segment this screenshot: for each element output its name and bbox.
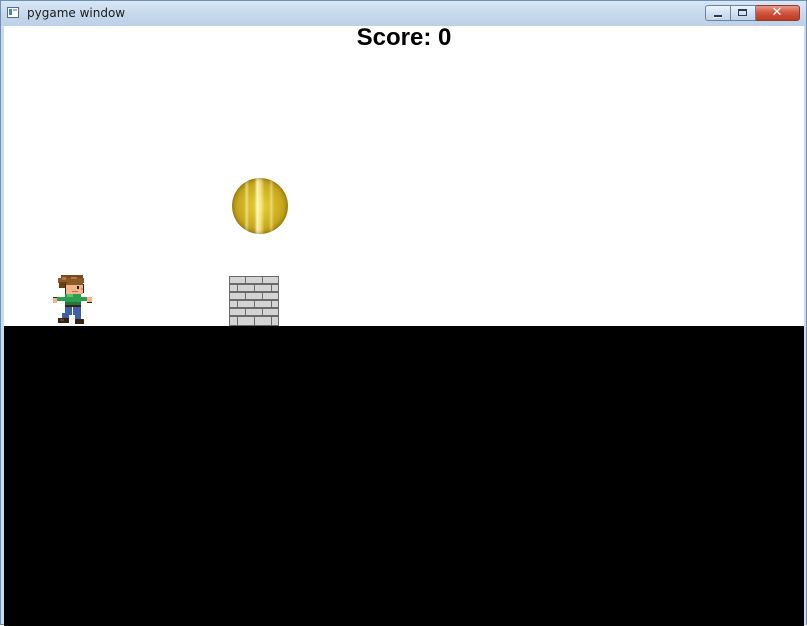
close-button[interactable]: ✕: [756, 5, 800, 21]
maximize-icon: [738, 9, 747, 16]
minimize-button[interactable]: [705, 5, 731, 21]
app-window: pygame window ✕ Score: 0: [0, 0, 807, 626]
pygame-window-icon[interactable]: [7, 7, 19, 18]
window-title: pygame window: [27, 6, 126, 20]
maximize-button[interactable]: [731, 5, 756, 21]
title-bar[interactable]: pygame window ✕: [1, 1, 806, 26]
close-icon: ✕: [771, 5, 783, 20]
window-controls: ✕: [705, 5, 800, 22]
window-right-border: [804, 26, 806, 626]
player-character-icon: [53, 275, 92, 324]
ground-floor: [4, 326, 804, 626]
minimize-icon: [714, 15, 722, 18]
gold-coin-icon: [232, 178, 288, 234]
score-display: Score: 0: [356, 26, 452, 51]
game-canvas[interactable]: Score: 0: [4, 26, 804, 626]
brick-block-icon: [229, 276, 279, 326]
